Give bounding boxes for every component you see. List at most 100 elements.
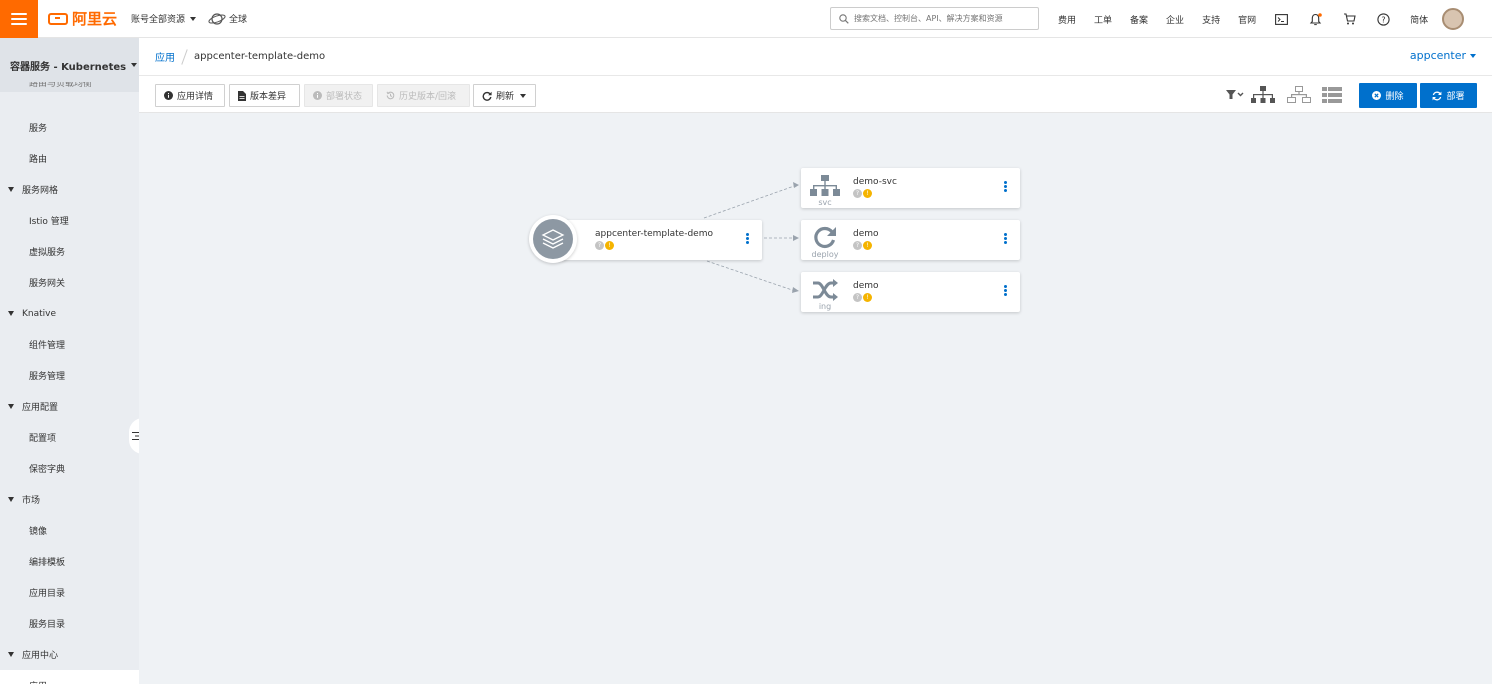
global-search[interactable] [830,7,1039,30]
warning-status-icon: ! [863,293,872,302]
unknown-status-icon: ? [853,189,862,198]
region-selector[interactable]: 全球 [208,12,247,26]
deploy-status-label: 部署状态 [326,92,363,102]
terminal-icon[interactable] [1274,12,1288,26]
close-circle-icon [1372,91,1382,100]
topology-icon [1251,86,1275,103]
nav-billing[interactable]: 费用 [1058,13,1076,26]
filter-dropdown[interactable] [1226,85,1246,105]
version-diff-label: 版本差异 [250,92,287,102]
delete-button[interactable]: 删除 [1359,83,1417,108]
resource-node-svc[interactable]: svc demo-svc ? ! [801,168,1020,208]
breadcrumb-apps-link[interactable]: 应用 [155,49,175,64]
deploy-label: 部署 [1446,92,1465,102]
deploy-status-button[interactable]: 部署状态 [304,84,373,107]
app-node-more-icon[interactable] [746,233,749,245]
resource-kind: svc [818,198,832,207]
sidebar-item-label: 保密字典 [29,465,66,475]
nav-enterprise[interactable]: 企业 [1166,13,1184,26]
sidebar-group[interactable]: 市场 [0,484,139,515]
resource-more-icon[interactable] [1004,233,1007,245]
sidebar-item-label: 应用目录 [29,589,66,599]
refresh-icon [482,91,492,101]
document-icon [238,90,246,101]
sidebar: 容器服务 - Kubernetes 路由与负载均衡 服务 路由 服务网格 Istio … [0,38,139,684]
sidebar-item[interactable]: 配置项 [0,422,139,453]
cart-icon[interactable] [1342,12,1356,26]
sidebar-item[interactable]: 路由 [0,143,139,174]
region-label: 全球 [229,15,248,25]
nav-icp[interactable]: 备案 [1130,13,1148,26]
sidebar-item[interactable]: Istio 管理 [0,205,139,236]
history-rollback-label: 历史版本/回滚 [399,92,457,102]
hierarchy-view-toggle[interactable] [1287,85,1311,105]
sidebar-item[interactable]: 应用 [0,670,139,684]
resource-node-ing[interactable]: ing demo ? ! [801,272,1020,312]
sidebar-item[interactable]: 编排模板 [0,546,139,577]
search-input[interactable] [854,14,1034,23]
sidebar-item-label: 服务网格 [22,186,59,196]
sidebar-group[interactable]: Knative [0,298,139,329]
resource-more-icon[interactable] [1004,285,1007,297]
sidebar-item-label: 服务网关 [29,279,66,289]
sidebar-item[interactable]: 服务管理 [0,360,139,391]
language-switch[interactable]: 简体 [1410,13,1428,26]
sidebar-item-label: 镜像 [29,527,48,537]
breadcrumb-current: appcenter-template-demo [194,51,326,62]
nav-official-site[interactable]: 官网 [1238,13,1256,26]
list-view-toggle[interactable] [1322,85,1342,105]
avatar[interactable] [1442,8,1465,30]
breadcrumb-separator [181,48,188,65]
sidebar-item-label: 应用配置 [22,403,59,413]
warning-status-icon: ! [863,241,872,250]
account-scope-dropdown[interactable]: 账号全部资源 [131,12,197,25]
list-view-icon [1322,87,1342,103]
bell-icon[interactable] [1308,12,1322,26]
globe-icon [208,12,226,25]
topology-view-toggle[interactable] [1251,85,1275,105]
app-node-status: ? ! [595,241,614,250]
nav-support[interactable]: 支持 [1202,13,1220,26]
sidebar-item-label: 服务目录 [29,620,66,630]
caret-down-icon [8,187,14,192]
unknown-status-icon: ? [595,241,604,250]
sidebar-group[interactable]: 应用中心 [0,639,139,670]
sidebar-item-label: 市场 [22,496,41,506]
resource-name: demo [853,281,879,291]
delete-label: 删除 [1385,92,1404,102]
app-toolbar: 应用详情 版本差异 部署状态 历史版本/回滚 刷新 删除 部署 [139,76,1492,113]
sidebar-item[interactable]: 镜像 [0,515,139,546]
sidebar-group[interactable]: 服务网格 [0,174,139,205]
namespace-label: appcenter [1409,49,1466,62]
help-icon[interactable]: ? [1376,12,1390,26]
account-scope-label: 账号全部资源 [131,15,186,25]
refresh-button[interactable]: 刷新 [473,84,536,107]
sidebar-item[interactable]: 服务网关 [0,267,139,298]
menu-icon[interactable] [0,0,38,38]
brand-name: 阿里云 [72,10,118,28]
nav-ticket[interactable]: 工单 [1094,13,1112,26]
app-details-button[interactable]: 应用详情 [155,84,225,107]
namespace-selector[interactable]: appcenter [1410,49,1476,62]
sidebar-item-label: 组件管理 [29,341,66,351]
app-node[interactable]: appcenter-template-demo ? ! [554,220,762,260]
version-diff-button[interactable]: 版本差异 [229,84,300,107]
history-rollback-button[interactable]: 历史版本/回滚 [377,84,470,107]
sidebar-item-label: 路由 [29,155,48,165]
sidebar-item-label: Istio 管理 [29,217,69,227]
sidebar-item-label: 编排模板 [29,558,66,568]
sidebar-item[interactable]: 组件管理 [0,329,139,360]
sidebar-item-partial[interactable]: 路由与负载均衡 [29,82,92,96]
deploy-button[interactable]: 部署 [1420,83,1477,108]
resource-node-deploy[interactable]: deploy demo ? ! [801,220,1020,260]
caret-down-icon [8,652,14,657]
sidebar-group[interactable]: 应用配置 [0,391,139,422]
sidebar-item[interactable]: 服务目录 [0,608,139,639]
aliyun-logo[interactable]: 阿里云 [48,8,117,29]
sidebar-item[interactable]: 虚拟服务 [0,236,139,267]
sidebar-item[interactable]: 应用目录 [0,577,139,608]
sidebar-item[interactable]: 服务 [0,112,139,143]
resource-more-icon[interactable] [1004,181,1007,193]
app-node-name: appcenter-template-demo [595,229,713,239]
sidebar-item[interactable]: 保密字典 [0,453,139,484]
